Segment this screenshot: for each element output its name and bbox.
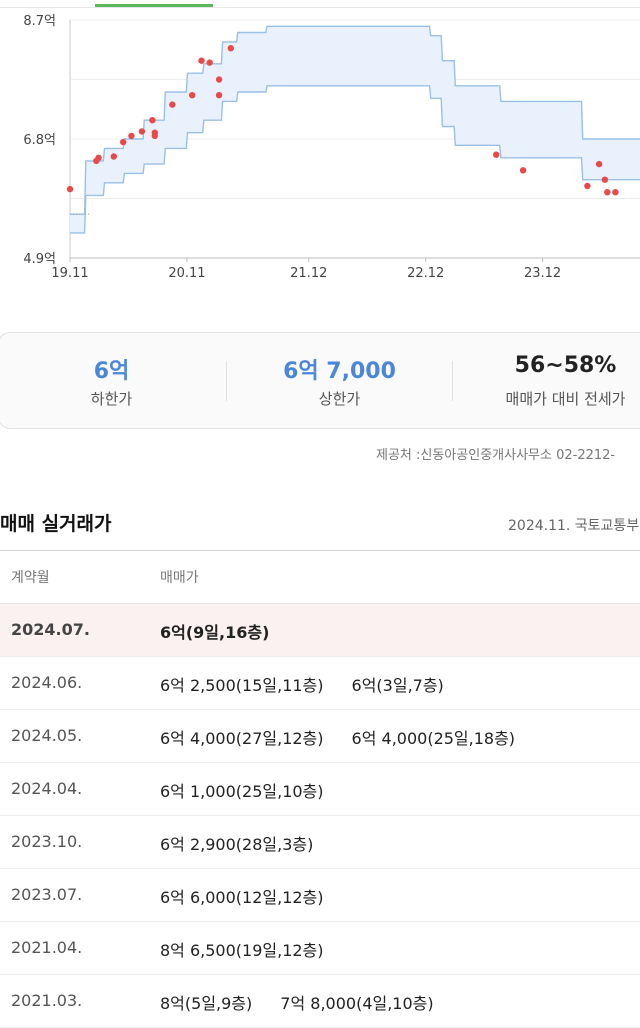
transaction-point — [138, 128, 146, 135]
deal-entry: 6억 2,900(28일,3층) — [160, 835, 314, 854]
deal-list: 8억 6,500(19일,12층) — [160, 937, 352, 961]
deal-entry: 6억 4,000(25일,18층) — [351, 729, 516, 748]
contract-month: 2024.06. — [11, 673, 83, 692]
transaction-point — [215, 76, 223, 83]
transaction-point — [584, 182, 591, 190]
transaction-point — [198, 57, 205, 64]
section-title: 매매 실거래가 — [0, 513, 112, 535]
transaction-point — [604, 189, 611, 196]
table-row[interactable]: 2023.07. 6억 6,000(12일,12층) — [0, 869, 640, 922]
deal-list: 6억 4,000(27일,12층) 6억 4,000(25일,18층) — [160, 725, 543, 749]
deal-list: 6억 6,000(12일,12층) — [160, 884, 352, 908]
y-tick-label: 8.7억 — [23, 14, 56, 29]
table-row[interactable]: 2024.04. 6억 1,000(25일,10층) — [0, 763, 640, 816]
deal-list: 6억 2,500(15일,11층) 6억(3일,7층) — [160, 672, 472, 696]
upper-price-label: 상한가 — [318, 390, 361, 408]
deal-list: 6억 2,900(28일,3층) — [160, 831, 341, 855]
header-contract-month: 계약월 — [11, 570, 50, 586]
contract-month: 2024.04. — [11, 779, 83, 798]
transaction-point — [169, 101, 176, 108]
chart-svg: 8.7억6.8억4.9억19.1120.1121.1222.1223.122 — [23, 14, 640, 281]
data-provider: 제공처 :신동아공인중개사사무소 02-2212- — [376, 448, 616, 463]
deal-entry: 6억 4,000(27일,12층) — [160, 729, 324, 748]
deal-list: 6억(9일,16층) — [160, 619, 297, 643]
transaction-point — [206, 59, 213, 66]
table-body: 2024.07. 6억(9일,16층) 2024.06. 6억 2,500(15일,1… — [0, 604, 640, 1028]
transaction-point — [120, 138, 127, 146]
table-row[interactable]: 2023.10. 6억 2,900(28일,3층) — [0, 816, 640, 869]
jeonse-ratio-label: 매매가 대비 전세가 — [505, 390, 626, 408]
jeonse-ratio-value: 56~58% — [514, 353, 617, 378]
table-row[interactable]: 2024.05. 6억 4,000(27일,12층) 6억 4,000(25일,18… — [0, 710, 640, 763]
lower-price-stat: 6억 하한가 — [0, 333, 224, 428]
transactions-table: 계약월 매매가 2024.07. 6억(9일,16층) 2024.06. 6억 2,5… — [0, 550, 640, 1028]
deal-entry: 8억 6,500(19일,12층) — [160, 941, 324, 960]
y-tick-label: 4.9억 — [23, 252, 56, 267]
x-tick-label: 19.11 — [51, 266, 88, 281]
upper-price-stat: 6억 7,000 상한가 — [227, 333, 452, 428]
transaction-point — [601, 176, 609, 183]
contract-month: 2023.07. — [11, 885, 83, 904]
contract-month: 2021.04. — [11, 938, 83, 957]
transaction-point — [227, 45, 234, 52]
transaction-point — [128, 132, 135, 140]
table-row[interactable]: 2021.04. 8억 6,500(19일,12층) — [0, 922, 640, 975]
table-row[interactable]: 2024.07. 6억(9일,16층) — [0, 604, 640, 657]
table-header: 계약월 매매가 — [0, 550, 640, 604]
price-chart[interactable]: 8.7억6.8억4.9억19.1120.1121.1222.1223.122 — [0, 8, 640, 288]
deal-list: 8억(5일,9층) 7억 8,000(4일,10층) — [160, 990, 462, 1014]
transaction-point — [519, 167, 527, 174]
table-row[interactable]: 2024.06. 6억 2,500(15일,11층) 6억(3일,7층) — [0, 657, 640, 710]
transaction-point — [151, 129, 158, 136]
active-tab-indicator — [95, 4, 213, 7]
deal-entry: 8억(5일,9층) — [160, 994, 253, 1013]
section-source-date: 2024.11. 국토교통부 — [508, 518, 640, 534]
transaction-point — [493, 151, 500, 158]
contract-month: 2023.10. — [11, 832, 83, 851]
transaction-point — [595, 160, 603, 168]
transaction-point — [110, 153, 118, 160]
deal-entry: 6억 1,000(25일,10층) — [160, 782, 324, 801]
deal-entry: 6억 6,000(12일,12층) — [160, 888, 324, 907]
contract-month: 2024.07. — [11, 620, 90, 639]
price-range-box: 6억 하한가 6억 7,000 상한가 56~58% 매매가 대비 전세가 — [0, 332, 640, 429]
deal-entry: 6억 2,500(15일,11층) — [160, 676, 324, 695]
x-tick-label: 21.12 — [290, 266, 327, 281]
deal-entry: 7억 8,000(4일,10층) — [280, 994, 434, 1013]
deal-entry: 6억(3일,7층) — [351, 676, 444, 695]
upper-price-value: 6억 7,000 — [283, 359, 396, 384]
deal-list: 6억 1,000(25일,10층) — [160, 778, 352, 802]
transaction-point — [215, 92, 223, 99]
transaction-point — [149, 117, 156, 124]
table-row[interactable]: 2021.03. 8억(5일,9층) 7억 8,000(4일,10층) — [0, 975, 640, 1028]
transaction-point — [95, 154, 102, 161]
header-sale-price: 매매가 — [160, 570, 199, 586]
lower-price-label: 하한가 — [90, 390, 133, 408]
lower-price-value: 6억 — [93, 359, 130, 384]
x-tick-label: 20.11 — [168, 266, 205, 281]
y-tick-label: 6.8억 — [23, 133, 56, 148]
contract-month: 2021.03. — [11, 991, 83, 1010]
contract-month: 2024.05. — [11, 726, 83, 745]
transaction-point — [66, 185, 74, 193]
jeonse-ratio-stat: 56~58% 매매가 대비 전세가 — [453, 333, 640, 428]
x-tick-label: 23.12 — [524, 266, 561, 281]
transaction-point — [189, 92, 196, 99]
transaction-point — [612, 189, 619, 196]
x-tick-label: 22.12 — [407, 266, 444, 281]
deal-entry: 6억(9일,16층) — [160, 623, 270, 642]
